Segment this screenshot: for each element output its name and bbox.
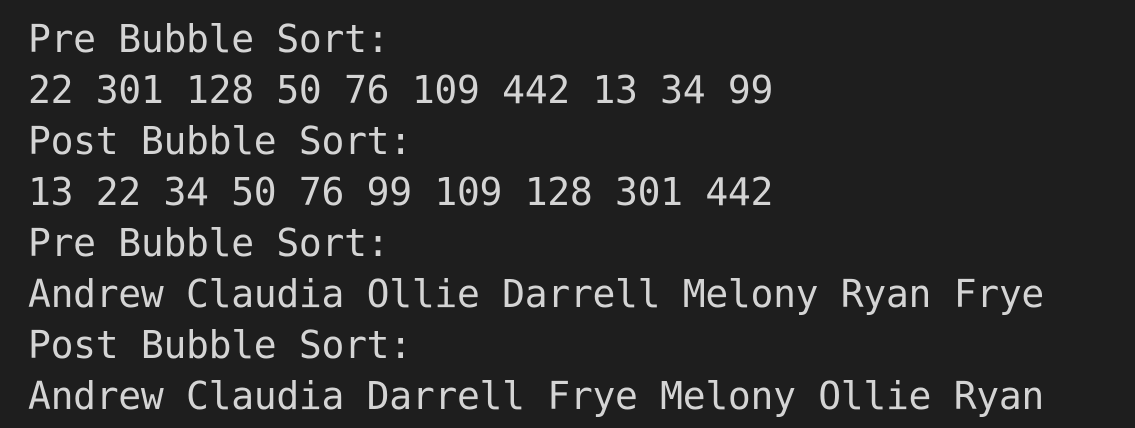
output-line-post-numbers-heading: Post Bubble Sort: [28, 119, 412, 163]
terminal-output: Pre Bubble Sort: 22 301 128 50 76 109 44… [0, 0, 1135, 428]
output-line-pre-numbers: 22 301 128 50 76 109 442 13 34 99 [28, 68, 774, 112]
output-line-post-names-heading: Post Bubble Sort: [28, 323, 412, 367]
output-line-post-numbers: 13 22 34 50 76 99 109 128 301 442 [28, 170, 774, 214]
output-line-pre-names-heading: Pre Bubble Sort: [28, 221, 390, 265]
output-line-pre-names: Andrew Claudia Ollie Darrell Melony Ryan… [28, 272, 1045, 316]
output-line-post-names: Andrew Claudia Darrell Frye Melony Ollie… [28, 374, 1045, 418]
output-line-pre-numbers-heading: Pre Bubble Sort: [28, 17, 390, 61]
